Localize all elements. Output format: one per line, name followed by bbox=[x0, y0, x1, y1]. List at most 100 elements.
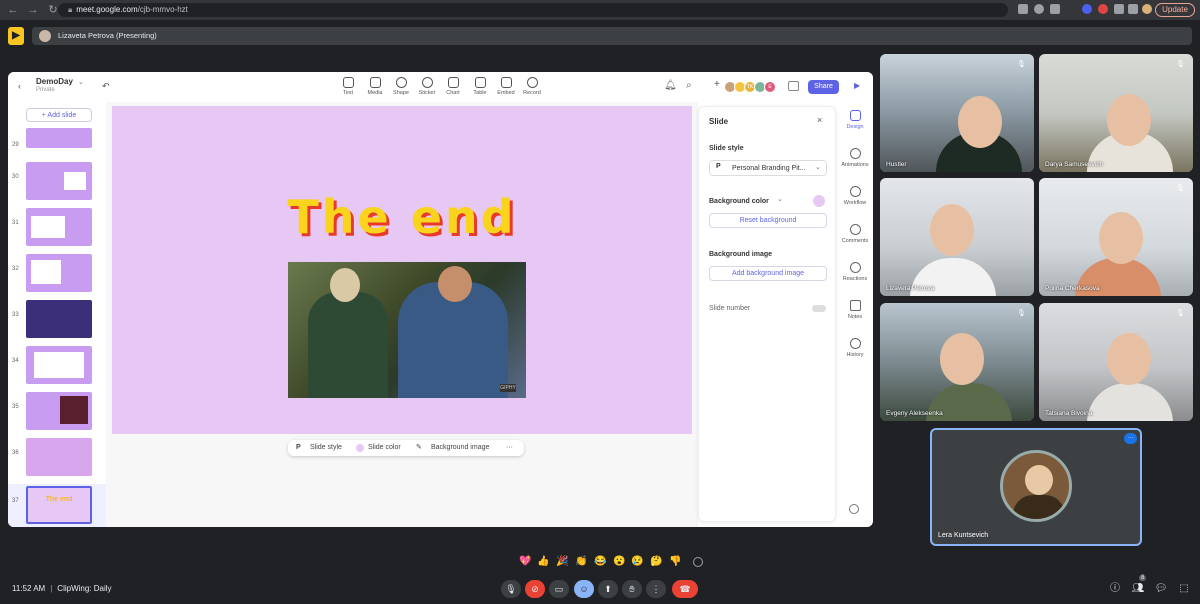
present-screen-icon[interactable] bbox=[788, 81, 799, 91]
participant-tile[interactable]: 🎙︎ Darya Samuseevich bbox=[1039, 54, 1193, 172]
play-icon[interactable]: ▶ bbox=[854, 81, 860, 90]
slide-number-toggle[interactable] bbox=[812, 305, 826, 312]
share-page-icon[interactable] bbox=[1034, 4, 1044, 14]
rail-notes[interactable]: Notes bbox=[840, 300, 870, 320]
reactions-button[interactable]: ☺ bbox=[574, 580, 594, 598]
reaction-surprised[interactable]: 😮 bbox=[613, 556, 625, 568]
reaction-clap[interactable]: 👏 bbox=[575, 556, 587, 568]
tool-text[interactable]: Text bbox=[334, 77, 362, 96]
undo-icon[interactable]: ↶ bbox=[102, 81, 110, 92]
sidebar-icon[interactable] bbox=[1128, 4, 1138, 14]
slide-number: 30 bbox=[12, 174, 19, 180]
leave-call-button[interactable]: ☎︎ bbox=[672, 580, 698, 598]
extension-icon[interactable] bbox=[1082, 4, 1092, 14]
more-options-button[interactable]: ··· bbox=[506, 440, 513, 456]
thumbnail-35[interactable]: 35 bbox=[8, 390, 106, 434]
reaction-party[interactable]: 🎉 bbox=[556, 556, 568, 568]
reaction-heart[interactable]: 💖 bbox=[519, 556, 531, 568]
thumbnail-32[interactable]: 32 bbox=[8, 252, 106, 296]
raise-hand-button[interactable]: ✋︎ bbox=[622, 580, 642, 598]
people-icon[interactable]: 👥︎ bbox=[1131, 582, 1145, 596]
thumbnail-36[interactable]: 36 bbox=[8, 436, 106, 480]
close-icon[interactable]: × bbox=[817, 115, 822, 125]
rail-label: Reactions bbox=[842, 276, 868, 282]
rail-workflow[interactable]: Workflow bbox=[840, 186, 870, 206]
back-chevron-icon[interactable]: ‹ bbox=[18, 81, 21, 91]
tool-embed[interactable]: Embed bbox=[492, 77, 520, 96]
update-button[interactable]: Update bbox=[1155, 3, 1195, 17]
participant-tile[interactable]: 🎙︎ Tatsiana Bivoina bbox=[1039, 303, 1193, 421]
background-image-button[interactable]: Background image bbox=[431, 440, 489, 456]
reaction-thumbs-up[interactable]: 👍 bbox=[537, 556, 549, 568]
rail-comments[interactable]: Comments bbox=[840, 224, 870, 244]
rail-design[interactable]: Design bbox=[840, 110, 870, 130]
person-face bbox=[930, 204, 974, 256]
tool-sticker[interactable]: Sticker bbox=[413, 77, 441, 96]
meeting-info-icon[interactable]: ⓘ bbox=[1108, 582, 1122, 596]
participant-tile[interactable]: 🎙︎ Hustler bbox=[880, 54, 1034, 172]
search-icon[interactable]: ⌕ bbox=[686, 80, 692, 91]
address-bar[interactable]: 🔒︎ meet.google.com/cjb-mmvo-hzt bbox=[58, 3, 1008, 17]
tool-chart[interactable]: Chart bbox=[439, 77, 467, 96]
chevron-down-icon[interactable]: ⌄ bbox=[78, 78, 84, 86]
pencil-icon[interactable]: ✎ bbox=[416, 440, 422, 456]
activities-icon[interactable]: ⬚ bbox=[1177, 582, 1191, 596]
present-button[interactable]: ⬆ bbox=[598, 580, 618, 598]
slide-title[interactable]: The end bbox=[112, 190, 692, 244]
add-slide-button[interactable]: + Add slide bbox=[26, 108, 92, 122]
slide-gif-image[interactable]: GIPHY bbox=[288, 262, 526, 398]
share-button[interactable]: Share bbox=[808, 80, 839, 94]
participant-tile[interactable]: Lizaveta Petrova bbox=[880, 178, 1034, 296]
reaction-thumbs-down[interactable]: 👎 bbox=[669, 556, 681, 568]
slide-color-button[interactable]: Slide color bbox=[368, 440, 401, 456]
participant-tile[interactable]: 🎙︎ Polina Cherkasova bbox=[1039, 178, 1193, 296]
thumbnail-31[interactable]: 31 bbox=[8, 206, 106, 250]
rail-history[interactable]: History bbox=[840, 338, 870, 358]
profile-avatar[interactable] bbox=[1142, 4, 1152, 14]
mic-button[interactable]: 🎙︎ bbox=[501, 580, 521, 598]
puzzle-icon[interactable] bbox=[1114, 4, 1124, 14]
slide-style-button[interactable]: Slide style bbox=[310, 440, 342, 456]
captions-button[interactable]: ▭ bbox=[549, 580, 569, 598]
thumbnail-37[interactable]: 37 The end bbox=[8, 484, 106, 527]
rail-animations[interactable]: Animations bbox=[840, 148, 870, 168]
chat-icon[interactable]: 💬︎ bbox=[1154, 582, 1168, 596]
reaction-laugh[interactable]: 😂 bbox=[594, 556, 606, 568]
add-collaborator-icon[interactable]: + bbox=[714, 79, 720, 90]
camera-off-icon: ⊘ bbox=[531, 584, 539, 594]
participant-name: Hustler bbox=[886, 161, 907, 168]
tool-shape[interactable]: Shape bbox=[387, 77, 415, 96]
style-icon[interactable]: P bbox=[296, 440, 301, 456]
avatar[interactable]: E bbox=[764, 81, 776, 93]
reaction-more-icon[interactable] bbox=[693, 557, 703, 567]
thumbnail-34[interactable]: 34 bbox=[8, 344, 106, 388]
tool-media[interactable]: Media bbox=[361, 77, 389, 96]
slide-style-select[interactable]: Personal Branding Pit... bbox=[709, 160, 827, 176]
tool-table[interactable]: Table bbox=[466, 77, 494, 96]
help-icon[interactable] bbox=[849, 504, 859, 514]
chevron-down-icon[interactable]: ⌄ bbox=[815, 163, 821, 171]
url-host: meet.google.com bbox=[76, 5, 138, 14]
thumbnail-33[interactable]: 33 bbox=[8, 298, 106, 342]
back-icon[interactable]: ← bbox=[6, 3, 20, 17]
tool-record[interactable]: Record bbox=[518, 77, 546, 96]
chevron-down-icon[interactable]: ⌄ bbox=[777, 195, 783, 203]
forward-icon[interactable]: → bbox=[26, 3, 40, 17]
more-options-button[interactable]: ⋮ bbox=[646, 580, 666, 598]
participant-tile[interactable]: 🎙︎ Evgeny Alekseenka bbox=[880, 303, 1034, 421]
add-background-image-button[interactable]: Add background image bbox=[709, 266, 827, 281]
current-slide[interactable]: The end GIPHY bbox=[112, 106, 692, 434]
camera-off-button[interactable]: ⊘ bbox=[525, 580, 545, 598]
bell-icon[interactable]: 🔔︎ bbox=[664, 80, 677, 91]
reaction-thinking[interactable]: 🤔 bbox=[650, 556, 662, 568]
bookmark-icon[interactable] bbox=[1050, 4, 1060, 14]
bg-color-swatch[interactable] bbox=[813, 195, 825, 207]
reset-background-button[interactable]: Reset background bbox=[709, 213, 827, 228]
extension-icon[interactable] bbox=[1098, 4, 1108, 14]
deck-title[interactable]: DemoDay bbox=[36, 77, 73, 86]
thumbnail-30[interactable]: 30 bbox=[8, 160, 106, 204]
reaction-sad[interactable]: 😢 bbox=[631, 556, 643, 568]
rail-reactions[interactable]: Reactions bbox=[840, 262, 870, 282]
camera-icon[interactable] bbox=[1018, 4, 1028, 14]
color-swatch-icon[interactable] bbox=[356, 444, 364, 452]
